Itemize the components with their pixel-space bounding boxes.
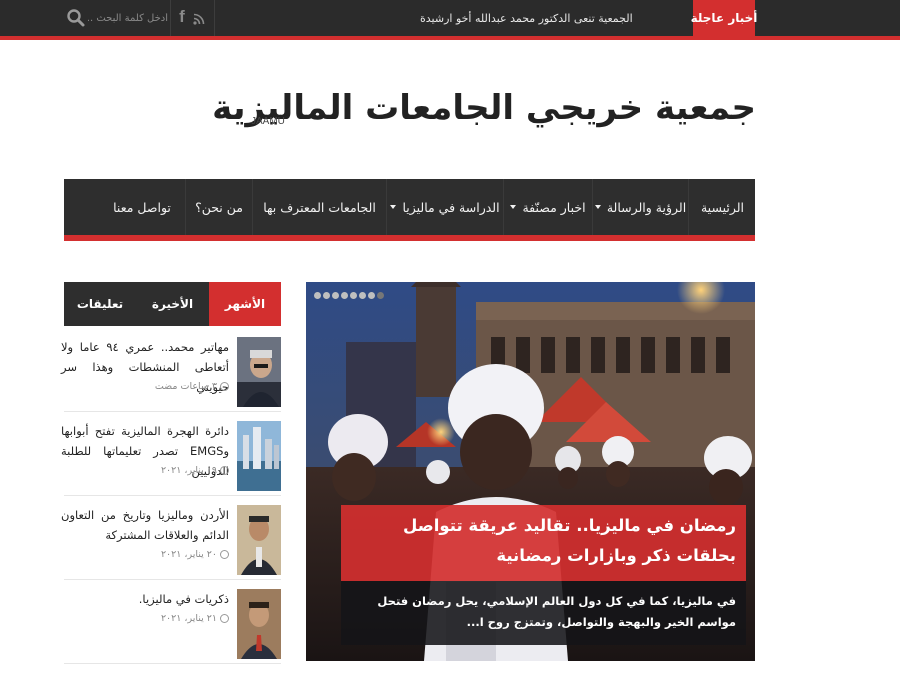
slide-excerpt: في ماليزيا، كما في كل دول العالم الإسلام… [341,581,746,645]
rss-icon[interactable] [193,10,205,25]
tab-comments[interactable]: تعليقات [64,282,136,326]
clock-icon [220,550,229,559]
nav-separator [386,179,387,235]
post-thumbnail[interactable] [237,337,281,407]
nav-separator [688,179,689,235]
post-date-text: ٣ ساعات مضت [154,381,217,392]
clock-icon [220,382,229,391]
nav-separator [185,179,186,235]
topbar-divider [214,0,215,36]
list-item: دائرة الهجرة الماليزية تفتح أبوابها وEMG… [61,421,281,505]
slide-title[interactable]: رمضان في ماليزيا.. تقاليد عريقة تتواصل ب… [341,505,746,581]
nav-item-label: تواصل معنا [113,199,171,215]
slider-dot[interactable] [350,292,357,299]
site-abbreviation: JAAMU [251,116,285,127]
list-item: مهاتير محمد.. عمري ٩٤ عاما ولا أتعاطى ال… [61,337,281,421]
divider [64,579,281,580]
chevron-down-icon [390,205,397,209]
topbar-divider [170,0,171,36]
chevron-down-icon [594,205,601,209]
breaking-news-label: أخبار عاجلة [691,0,757,36]
slider-dot[interactable] [368,292,375,299]
nav-separator [592,179,593,235]
list-item: الأردن وماليزيا وتاريخ من التعاون الدائم… [61,505,281,589]
nav-item-home[interactable]: الرئيسية [690,179,755,235]
post-date-text: ١٩ يناير، ٢٠٢١ [160,465,217,476]
slider-dot[interactable] [314,292,321,299]
site-title[interactable]: جمعية خريجي الجامعات الماليزية [212,88,756,144]
post-date: ٣ ساعات مضت [155,381,229,392]
post-title[interactable]: ذكريات في ماليزيا. [61,589,229,609]
tab-recent[interactable]: الأخيرة [136,282,209,326]
chevron-down-icon [510,205,517,209]
slider-pagination [314,292,384,299]
nav-item-categorized-news[interactable]: اخبار مصنّفة [504,179,592,235]
nav-item-recognized-universities[interactable]: الجامعات المعترف بها [253,179,386,235]
slider-dot[interactable] [359,292,366,299]
post-date: ٢٠ يناير، ٢٠٢١ [161,549,229,560]
facebook-icon[interactable]: f [175,6,189,28]
main-navigation-accent [64,235,755,241]
slider-dot[interactable] [377,292,384,299]
post-date: ١٩ يناير، ٢٠٢١ [161,465,229,476]
post-title[interactable]: الأردن وماليزيا وتاريخ من التعاون الدائم… [61,505,229,545]
nav-separator [252,179,253,235]
nav-item-contact-us[interactable]: تواصل معنا [100,179,184,235]
post-thumbnail[interactable] [237,589,281,659]
nav-item-vision-mission[interactable]: الرؤية والرسالة [593,179,688,235]
list-item: ذكريات في ماليزيا. ٢١ يناير، ٢٠٢١ [64,589,281,673]
breaking-news-ticker-item[interactable]: الجمعية تنعى الدكتور محمد عبدالله أخو ار… [420,0,688,36]
nav-item-label: الرئيسية [700,199,745,215]
post-thumbnail[interactable] [237,421,281,491]
top-bar-accent-line [0,36,900,40]
divider [64,495,281,496]
tab-popular[interactable]: الأشهر [209,282,281,326]
post-thumbnail[interactable] [237,505,281,575]
slider-dot[interactable] [341,292,348,299]
slider-dot[interactable] [332,292,339,299]
slider-dot[interactable] [323,292,330,299]
post-date-text: ٢٠ يناير، ٢٠٢١ [160,549,217,560]
nav-item-label: الرؤية والرسالة [606,199,687,215]
post-date-text: ٢١ يناير، ٢٠٢١ [160,613,217,624]
divider [64,663,281,664]
clock-icon [220,614,229,623]
nav-item-label: من نحن؟ [195,199,243,215]
nav-item-label: اخبار مصنّفة [522,199,586,215]
clock-icon [220,466,229,475]
post-date: ٢١ يناير، ٢٠٢١ [161,613,229,624]
search-icon[interactable] [66,8,86,28]
nav-item-about-us[interactable]: من نحن؟ [186,179,252,235]
search-input[interactable] [88,6,168,30]
nav-item-label: الدراسة في ماليزيا [402,199,500,215]
nav-item-label: الجامعات المعترف بها [263,199,376,215]
nav-separator [503,179,504,235]
nav-item-study-in-malaysia[interactable]: الدراسة في ماليزيا [387,179,503,235]
divider [64,411,281,412]
